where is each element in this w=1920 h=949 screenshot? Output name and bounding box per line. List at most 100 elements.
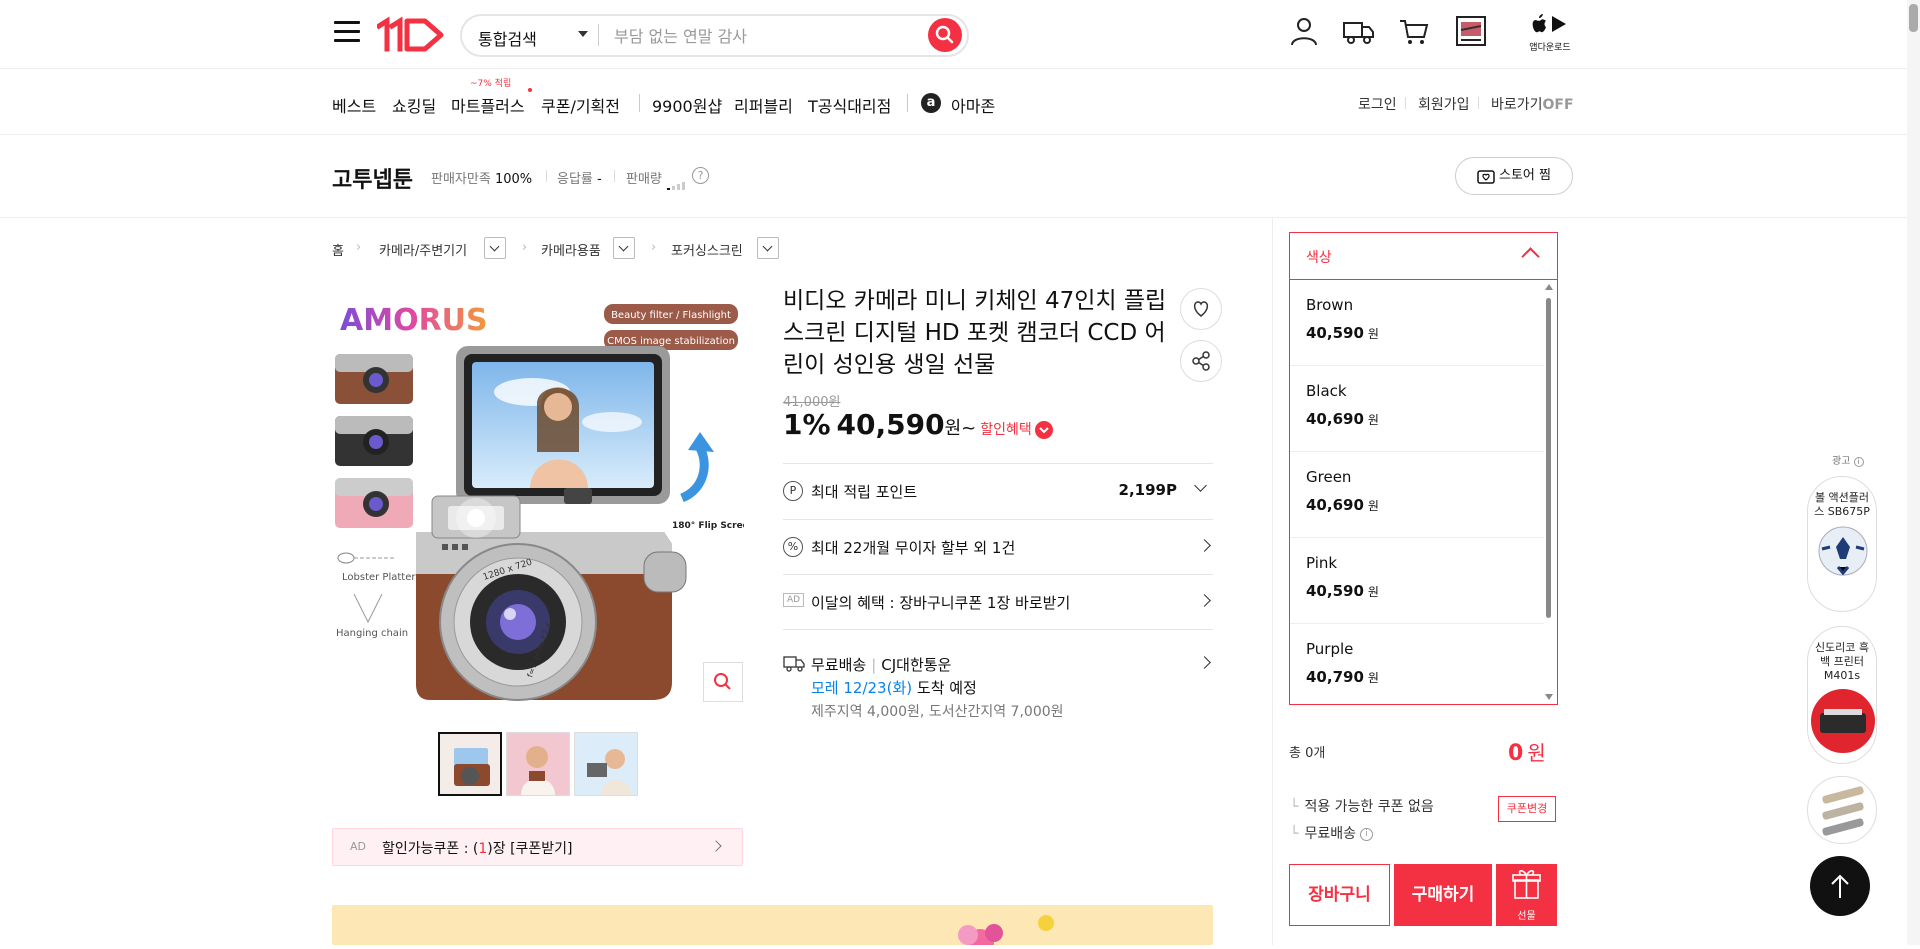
- shortcut-label: 바로가기: [1491, 97, 1543, 113]
- soccer-ball-image: [1818, 526, 1868, 576]
- amazon-icon[interactable]: a: [921, 93, 941, 113]
- option-name: Purple: [1306, 640, 1354, 658]
- thumbnail-1[interactable]: [438, 732, 502, 796]
- chevron-right-icon: [1198, 656, 1211, 669]
- store-bar: [0, 135, 1920, 218]
- discount-benefit-link[interactable]: 할인혜택: [980, 422, 1032, 438]
- max-points-row[interactable]: P 최대 적립 포인트 2,199P: [783, 477, 1213, 507]
- promo-banner[interactable]: [332, 905, 1213, 949]
- points-label: 최대 적립 포인트: [811, 483, 918, 501]
- coupon-ad-label: AD: [350, 840, 366, 853]
- breadcrumb-dropdown[interactable]: [757, 237, 779, 259]
- option-item[interactable]: Brown 40,590 원: [1290, 280, 1544, 366]
- sale-price: 40,590: [836, 408, 945, 441]
- breadcrumb-camera[interactable]: 카메라/주변기기: [379, 240, 467, 259]
- free-shipping-line: └ 무료배송 i: [1290, 823, 1373, 843]
- info-icon[interactable]: i: [1853, 457, 1864, 467]
- nav-coupon[interactable]: 쿠폰/기획전: [541, 93, 620, 117]
- ad-card[interactable]: 신도리코 흑백 프린터 M401s: [1807, 626, 1877, 764]
- sale-price-row: 1% 40,590원~ 할인혜택: [783, 408, 1053, 441]
- chevron-right-icon: [1198, 594, 1211, 607]
- monthly-benefit-row[interactable]: AD 이달의 혜택 : 장바구니쿠폰 1장 바로받기: [783, 588, 1213, 618]
- help-icon[interactable]: ?: [692, 167, 709, 184]
- product-main-image[interactable]: AMORUS Beauty filter / Flashlight CMOS i…: [332, 292, 744, 712]
- satisfaction-value: 100%: [494, 172, 533, 187]
- breadcrumb-focus-screen[interactable]: 포커싱스크린: [671, 240, 743, 259]
- nav-t-official[interactable]: T공식대리점: [808, 93, 891, 117]
- thumbnail-2[interactable]: [506, 732, 570, 796]
- breadcrumb-dropdown[interactable]: [613, 237, 635, 259]
- signup-link[interactable]: 회원가입: [1418, 94, 1470, 114]
- breadcrumb-home[interactable]: 홈: [332, 240, 344, 259]
- search-category-select[interactable]: 통합검색: [478, 26, 537, 50]
- divider: [1405, 97, 1406, 109]
- chevron-right-icon: ›: [356, 240, 362, 255]
- option-item[interactable]: Green 40,690 원: [1290, 452, 1544, 538]
- apple-play-icon: [1532, 14, 1566, 33]
- page-scrollbar-thumb[interactable]: [1909, 4, 1918, 32]
- ad-card[interactable]: 볼 액션플러스 SB675P: [1807, 476, 1877, 612]
- buy-now-button[interactable]: 구매하기: [1394, 864, 1492, 926]
- coupon-count: 1: [478, 841, 488, 857]
- recent-view-icon[interactable]: [1454, 14, 1488, 48]
- user-icon[interactable]: [1287, 14, 1321, 48]
- add-to-cart-button[interactable]: 장바구니: [1289, 864, 1390, 926]
- response-value: -: [597, 172, 602, 187]
- coupon-status: └ 적용 가능한 쿠폰 없음: [1290, 799, 1434, 815]
- nav-shocking-deal[interactable]: 쇼킹딜: [392, 93, 436, 117]
- product-title: 비디오 카메라 미니 키체인 47인치 플립 스크린 디지털 HD 포켓 캠코더…: [783, 288, 1167, 378]
- store-name[interactable]: 고투넵툰: [332, 162, 413, 194]
- search-input[interactable]: [614, 25, 914, 47]
- breadcrumb-camera-acc[interactable]: 카메라용품: [541, 240, 601, 259]
- installment-row[interactable]: % 최대 22개월 무이자 할부 외 1건: [783, 533, 1213, 563]
- divider: [783, 463, 1213, 464]
- feature-tag-cmos: CMOS image stabilization: [607, 336, 735, 347]
- cart-icon[interactable]: [1397, 14, 1431, 48]
- store-sales: 판매량: [626, 168, 662, 187]
- new-dot: [528, 88, 532, 92]
- login-link[interactable]: 로그인: [1358, 94, 1397, 114]
- accessory-lobster: Lobster Platter: [342, 572, 416, 583]
- store-response: 응답률 -: [557, 168, 602, 187]
- nav-amazon[interactable]: 아마존: [951, 93, 995, 117]
- accessory-chain: Hanging chain: [336, 628, 408, 639]
- app-download[interactable]: 앱다운로드: [1526, 14, 1574, 53]
- wishlist-button[interactable]: [1180, 288, 1222, 330]
- nav-best[interactable]: 베스트: [332, 93, 376, 117]
- 11st-logo[interactable]: [375, 16, 447, 54]
- delivery-truck-icon[interactable]: [1342, 14, 1376, 48]
- coupon-download-bar[interactable]: AD 할인가능쿠폰 : (1)장 [쿠폰받기]: [332, 828, 743, 866]
- divider: [546, 170, 547, 182]
- shipping-row[interactable]: 무료배송 | CJ대한통운: [783, 650, 1213, 680]
- nav-9900-shop[interactable]: 9900원샵: [652, 93, 722, 117]
- shortcut-toggle[interactable]: 바로가기OFF: [1491, 94, 1574, 114]
- caret-down-icon[interactable]: [578, 31, 588, 37]
- menu-icon[interactable]: [334, 21, 360, 45]
- scroll-to-top-button[interactable]: [1810, 856, 1870, 916]
- nav-mart-plus[interactable]: 마트플러스: [451, 93, 525, 117]
- coupon-change-button[interactable]: 쿠폰변경: [1498, 796, 1556, 822]
- chevron-down-circle-icon[interactable]: [1034, 420, 1053, 439]
- image-zoom-button[interactable]: [703, 662, 743, 702]
- share-button[interactable]: [1180, 340, 1222, 382]
- option-item[interactable]: Pink 40,590 원: [1290, 538, 1544, 624]
- store-follow-button[interactable]: 스토어 찜: [1455, 157, 1573, 195]
- chevron-right-icon: ›: [651, 240, 657, 255]
- gift-button[interactable]: 선물: [1496, 864, 1557, 926]
- option-scrollbar-thumb[interactable]: [1546, 298, 1551, 618]
- column-divider: [1272, 218, 1273, 945]
- option-item[interactable]: Black 40,690 원: [1290, 366, 1544, 452]
- nav-refurbly[interactable]: 리퍼블리: [734, 93, 793, 117]
- monthly-benefit-label: 이달의 혜택 : 장바구니쿠폰 1장 바로받기: [811, 594, 1071, 612]
- arrival-label: 도착 예정: [916, 679, 977, 697]
- option-item[interactable]: Purple 40,790 원: [1290, 624, 1544, 704]
- divider: [598, 24, 599, 46]
- ad-card[interactable]: [1807, 776, 1877, 844]
- search-button[interactable]: [928, 18, 962, 52]
- breadcrumb-dropdown[interactable]: [484, 237, 506, 259]
- variant-black-thumb: [335, 416, 413, 466]
- option-price: 40,690 원: [1306, 496, 1379, 514]
- info-icon[interactable]: i: [1359, 827, 1373, 841]
- page-scrollbar[interactable]: [1907, 0, 1920, 945]
- thumbnail-3[interactable]: [574, 732, 638, 796]
